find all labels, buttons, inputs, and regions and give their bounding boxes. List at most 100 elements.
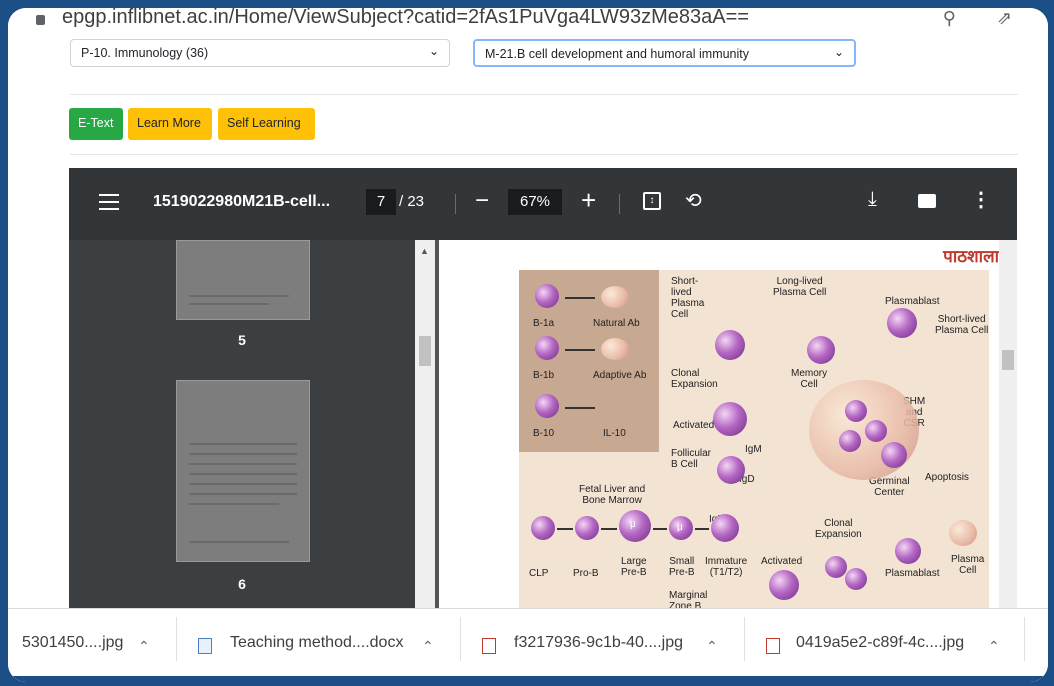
address-bar[interactable]: epgp.inflibnet.ac.in/Home/ViewSubject?ca… xyxy=(8,8,1048,34)
plasmablast-cell xyxy=(887,308,917,338)
pdf-title: 1519022980M21B-cell... xyxy=(153,193,331,210)
activated-b-cell xyxy=(713,402,747,436)
figure-label: IL-10 xyxy=(603,428,626,439)
arrow xyxy=(565,407,595,409)
sidebar-scrollbar[interactable]: ▲ xyxy=(415,240,435,608)
figure-label: B-1a xyxy=(533,318,555,329)
plasmablast-cell xyxy=(895,538,921,564)
pdf-viewer: 1519022980M21B-cell... 7 / 23 − 67% + ↕ … xyxy=(69,168,1017,608)
chevron-up-icon[interactable]: ⌃ xyxy=(138,638,150,655)
chevron-up-icon[interactable]: ⌃ xyxy=(706,638,718,655)
paper-select[interactable]: P-10. Immunology (36) ⌄ xyxy=(70,39,450,67)
figure-label: Short- lived Plasma Cell xyxy=(671,276,705,320)
downloads-bar: 5301450....jpg ⌃ Teaching method....docx… xyxy=(8,608,1048,682)
divider xyxy=(70,94,1018,95)
thumbnail-line xyxy=(189,503,279,505)
page-number-input[interactable]: 7 xyxy=(366,189,396,215)
epathshala-logo: पाठशाला xyxy=(943,247,999,266)
mu-label: μ xyxy=(677,522,683,533)
thumbnail-line xyxy=(189,453,297,455)
b-cell-development-figure: B-1a B-1b B-10 Natural Ab Adaptive Ab IL… xyxy=(519,270,989,608)
memory-cell xyxy=(807,336,835,364)
figure-label: Large Pre-B xyxy=(621,556,647,578)
figure-label: B-10 xyxy=(533,428,555,439)
toolbar-divider xyxy=(455,194,456,214)
print-icon[interactable] xyxy=(918,194,936,208)
page-scrollbar[interactable] xyxy=(999,240,1017,608)
figure-label: Activated xyxy=(673,420,715,431)
gc-b-cell xyxy=(865,420,887,442)
download-icon[interactable]: ⤓ xyxy=(868,188,877,211)
image-file-icon xyxy=(482,638,496,654)
clonal-b-cell xyxy=(825,556,847,578)
figure-label: Small Pre-B xyxy=(669,556,695,578)
thumbnail-line xyxy=(189,443,297,445)
figure-label: Long-lived Plasma Cell xyxy=(773,276,827,298)
download-item-1[interactable]: 5301450....jpg xyxy=(22,634,123,662)
pro-b-cell xyxy=(575,516,599,540)
download-divider xyxy=(176,617,177,661)
chevron-down-icon: ⌄ xyxy=(833,45,844,59)
plasma-cell xyxy=(715,330,745,360)
arrow xyxy=(565,297,595,299)
download-item-2[interactable]: Teaching method....docx xyxy=(230,634,403,662)
etext-button[interactable]: E-Text xyxy=(69,108,123,140)
figure-label: Fetal Liver and Bone Marrow xyxy=(579,484,646,506)
activated-b-cell xyxy=(769,570,799,600)
learn-more-button[interactable]: Learn More xyxy=(128,108,212,140)
arrow xyxy=(557,528,573,530)
url-text[interactable]: epgp.inflibnet.ac.in/Home/ViewSubject?ca… xyxy=(62,8,749,29)
figure-label: Plasma Cell xyxy=(951,554,985,576)
figure-label: Germinal Center xyxy=(869,476,910,498)
chevron-up-icon[interactable]: ⌃ xyxy=(422,638,434,655)
download-item-3[interactable]: f3217936-9c1b-40....jpg xyxy=(514,634,683,662)
arrow xyxy=(565,349,595,351)
plasma-cell xyxy=(949,520,977,546)
download-item-4[interactable]: 0419a5e2-c89f-4c....jpg xyxy=(796,634,964,662)
zoom-out-icon[interactable]: − xyxy=(475,187,489,215)
pdf-page: पाठशाला B-1a B-1b B-10 Natural Ab Adapti… xyxy=(439,240,1017,608)
page-total: / 23 xyxy=(399,193,425,210)
chevron-up-icon[interactable]: ⌃ xyxy=(988,638,1000,655)
figure-label: Clonal Expansion xyxy=(671,368,718,390)
chevron-down-icon: ⌄ xyxy=(428,44,439,58)
page-thumbnail-5[interactable] xyxy=(176,240,310,320)
rotate-icon[interactable]: ⟲ xyxy=(685,188,702,213)
thumbnail-line xyxy=(189,483,297,485)
fit-page-icon[interactable]: ↕ xyxy=(643,192,661,210)
thumbnail-label: 5 xyxy=(238,332,246,348)
figure-label: Marginal Zone B xyxy=(669,590,708,608)
thumbnail-line xyxy=(189,541,289,543)
scroll-up-icon[interactable]: ▲ xyxy=(420,246,429,256)
zoom-in-icon[interactable]: + xyxy=(581,185,596,216)
module-select[interactable]: M-21.B cell development and humoral immu… xyxy=(473,39,856,67)
arrow xyxy=(653,528,667,530)
figure-label: Natural Ab xyxy=(593,318,640,329)
scrollbar-thumb[interactable] xyxy=(1002,350,1014,370)
module-select-value: M-21.B cell development and humoral immu… xyxy=(485,47,750,61)
paper-select-value: P-10. Immunology (36) xyxy=(81,46,209,60)
more-options-icon[interactable]: ⋮ xyxy=(971,187,991,212)
figure-label: Adaptive Ab xyxy=(593,370,647,381)
scrollbar-thumb[interactable] xyxy=(419,336,431,366)
germinal-center xyxy=(809,380,919,480)
plasma-cell xyxy=(601,286,629,308)
zoom-level-input[interactable]: 67% xyxy=(508,189,562,215)
b1a-cell xyxy=(535,284,559,308)
clp-cell xyxy=(531,516,555,540)
page-thumbnail-6[interactable] xyxy=(176,380,310,562)
thumbnail-line xyxy=(189,473,297,475)
b1b-cell xyxy=(535,336,559,360)
self-learning-button[interactable]: Self Learning xyxy=(218,108,315,140)
thumbnail-sidebar: 5 6 xyxy=(69,240,415,608)
arrow xyxy=(695,528,709,530)
lock-icon xyxy=(36,15,45,25)
arrow xyxy=(601,528,617,530)
figure-label: Clonal Expansion xyxy=(815,518,862,540)
menu-icon[interactable] xyxy=(99,194,119,210)
zoom-icon[interactable]: ⚲ ⇗ xyxy=(943,8,1030,29)
figure-label: Immature (T1/T2) xyxy=(705,556,748,578)
image-file-icon xyxy=(766,638,780,654)
pdf-toolbar: 1519022980M21B-cell... 7 / 23 − 67% + ↕ … xyxy=(69,168,1017,240)
b10-cell xyxy=(535,394,559,418)
